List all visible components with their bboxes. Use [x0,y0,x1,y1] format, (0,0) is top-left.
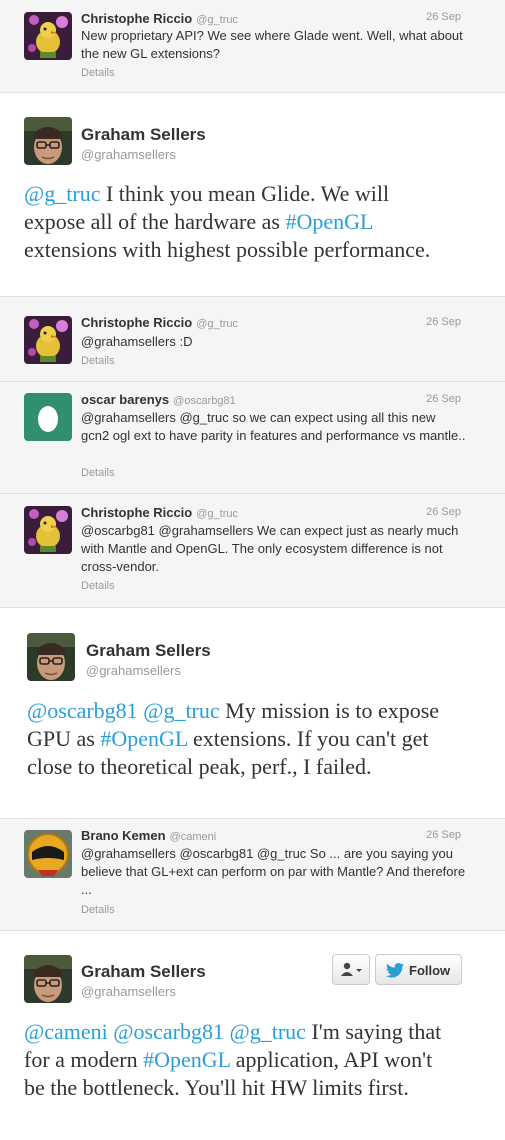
mention-link[interactable]: @cameni [24,1019,108,1044]
glasses-portrait-avatar-icon[interactable] [24,955,72,1003]
follow-label: Follow [409,963,451,978]
details-link[interactable]: Details [81,580,115,592]
author-handle[interactable]: @cameni [170,831,217,843]
tweet-text-segment: extensions with highest possible perform… [24,237,431,262]
tweet-header: Christophe Riccio @g_truc [81,314,238,332]
details-link[interactable]: Details [81,67,115,79]
egg-avatar-icon[interactable] [24,393,72,441]
divider [0,493,505,494]
details-link[interactable]: Details [81,904,115,916]
glasses-portrait-avatar-icon[interactable] [24,117,72,165]
tweet-date[interactable]: 26 Sep [426,829,461,841]
mention-link[interactable]: @g_truc [229,1019,305,1044]
mention-link[interactable]: @g_truc [143,698,219,723]
mention-link[interactable]: @g_truc [24,181,100,206]
bird-avatar-icon[interactable] [24,12,72,60]
tweet-text: @grahamsellers @oscarbg81 @g_truc So ...… [81,846,466,897]
tweet-date[interactable]: 26 Sep [426,316,461,328]
author-name[interactable]: Christophe Riccio [81,315,192,330]
bird-avatar-icon[interactable] [24,316,72,364]
mention-link[interactable]: @oscarbg81 [27,698,138,723]
author-handle[interactable]: @g_truc [196,14,238,26]
bird-avatar-icon[interactable] [24,506,72,554]
tweet-text: New proprietary API? We see where Glade … [81,28,463,61]
tweet-header: Christophe Riccio @g_truc [81,504,238,522]
divider [0,296,505,297]
author-handle[interactable]: @g_truc [196,508,238,520]
mention-link[interactable]: @oscarbg81 [113,1019,224,1044]
author-name[interactable]: oscar barenys [81,392,169,407]
tweet-text: @grahamsellers @g_truc so we can expect … [81,410,466,443]
user-actions-button[interactable] [332,954,370,985]
author-handle[interactable]: @oscarbg81 [173,395,236,407]
tweet-header: Christophe Riccio @g_truc [81,10,238,28]
tweet-header: Brano Kemen @cameni [81,827,216,845]
glasses-portrait-avatar-icon[interactable] [27,633,75,681]
author-handle[interactable]: @grahamsellers [81,984,176,999]
twitter-bird-icon [386,963,404,981]
hashtag-link[interactable]: #OpenGL [285,209,372,234]
details-link[interactable]: Details [81,467,115,479]
author-name[interactable]: Graham Sellers [86,641,211,661]
tweet-date[interactable]: 26 Sep [426,506,461,518]
author-handle[interactable]: @grahamsellers [81,147,176,162]
helmet-avatar-icon[interactable] [24,830,72,878]
user-dropdown-icon [340,962,364,981]
tweet-text: @oscarbg81 @grahamsellers We can expect … [81,523,459,574]
hashtag-link[interactable]: #OpenGL [100,726,187,751]
author-name[interactable]: Christophe Riccio [81,505,192,520]
author-handle[interactable]: @grahamsellers [86,663,181,678]
hashtag-link[interactable]: #OpenGL [143,1047,230,1072]
author-name[interactable]: Christophe Riccio [81,11,192,26]
details-link[interactable]: Details [81,355,115,367]
divider [0,818,505,819]
author-handle[interactable]: @g_truc [196,318,238,330]
divider [0,607,505,608]
tweet-date[interactable]: 26 Sep [426,11,461,23]
tweet-text: @g_truc I think you mean Glide. We will … [24,180,449,264]
tweet-text: @grahamsellers :D [81,334,193,349]
follow-button[interactable]: Follow [375,954,462,985]
tweet-date[interactable]: 26 Sep [426,393,461,405]
author-name[interactable]: Graham Sellers [81,962,206,982]
tweet-header: oscar barenys @oscarbg81 [81,391,236,409]
tweet-text: @oscarbg81 @g_truc My mission is to expo… [27,697,457,781]
divider [0,930,505,931]
divider [0,381,505,382]
author-name[interactable]: Graham Sellers [81,125,206,145]
divider [0,92,505,93]
tweet-text: @cameni @oscarbg81 @g_truc I'm saying th… [24,1018,449,1102]
author-name[interactable]: Brano Kemen [81,828,166,843]
